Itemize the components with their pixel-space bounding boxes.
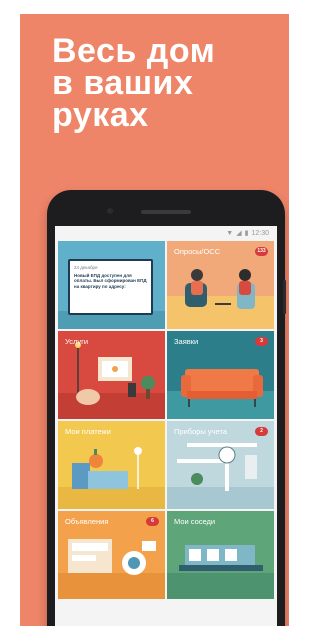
tile-meters[interactable]: Приборы учета 2 xyxy=(167,421,274,509)
status-bar: ▼ ◢ ▮ 12:30 xyxy=(55,226,277,240)
tile-title: Мои платежи xyxy=(65,427,111,436)
tile-title: Заявки xyxy=(174,337,199,346)
notification-badge: 3 xyxy=(255,337,268,346)
tiles-grid: 24 декабря Новый ЕПД доступен для оплаты… xyxy=(58,241,274,599)
tile-news[interactable]: 24 декабря Новый ЕПД доступен для оплаты… xyxy=(58,241,165,329)
tile-title: Приборы учета xyxy=(174,427,227,436)
headline-line-3: руках xyxy=(52,95,149,134)
tile-services[interactable]: Услуги xyxy=(58,331,165,419)
status-time: 12:30 xyxy=(251,229,269,237)
tile-neighbors[interactable]: Мои соседи xyxy=(167,511,274,599)
app-screen: ▼ ◢ ▮ 12:30 24 декабря Новый ЕПД доступе… xyxy=(55,226,277,626)
notification-badge: 133 xyxy=(255,247,268,256)
tile-title: Мои соседи xyxy=(174,517,216,526)
news-card[interactable]: 24 декабря Новый ЕПД доступен для оплаты… xyxy=(68,259,153,315)
notification-badge: 2 xyxy=(255,427,268,436)
phone-side-button xyxy=(283,280,286,314)
promo-headline: Весь дом в ваших руках xyxy=(52,34,215,134)
signal-icon: ◢ xyxy=(236,230,242,237)
news-date: 24 декабря xyxy=(74,265,98,270)
tile-title: Услуги xyxy=(65,337,89,346)
tile-title: Объявления xyxy=(65,517,109,526)
tile-opros[interactable]: Опросы/ОСС 133 xyxy=(167,241,274,329)
phone-camera xyxy=(107,208,113,214)
phone-mockup: ▼ ◢ ▮ 12:30 24 декабря Новый ЕПД доступе… xyxy=(47,190,286,626)
tile-title: Опросы/ОСС xyxy=(174,247,221,256)
promo-banner: Весь дом в ваших руках ▼ ◢ ▮ 12:30 24 де… xyxy=(20,14,289,626)
tile-payments[interactable]: Мои платежи xyxy=(58,421,165,509)
battery-icon: ▮ xyxy=(244,230,249,237)
notification-badge: 6 xyxy=(146,517,159,526)
news-text: Новый ЕПД доступен для оплаты. Был сформ… xyxy=(74,272,147,289)
tile-ads[interactable]: Объявления 6 xyxy=(58,511,165,599)
wifi-icon: ▼ xyxy=(226,229,234,237)
tile-requests[interactable]: Заявки 3 xyxy=(167,331,274,419)
phone-speaker xyxy=(141,210,191,214)
